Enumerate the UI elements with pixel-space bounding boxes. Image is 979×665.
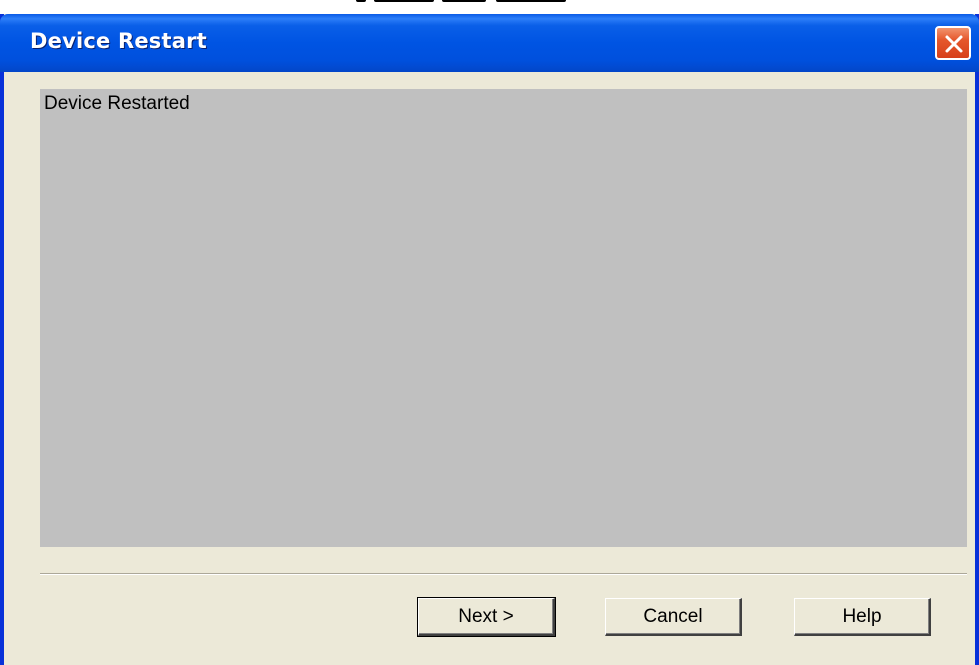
- title-bar[interactable]: Device Restart: [0, 14, 979, 72]
- content-panel: Device Restarted: [40, 89, 967, 547]
- help-button[interactable]: Help: [794, 598, 931, 636]
- close-button[interactable]: [935, 26, 971, 60]
- status-message: Device Restarted: [44, 93, 190, 114]
- dialog-window: Device Restart Device Restarted Next > C…: [0, 14, 979, 665]
- background-window-fragment: [356, 0, 596, 14]
- cancel-button[interactable]: Cancel: [605, 598, 742, 636]
- next-button[interactable]: Next >: [417, 597, 556, 637]
- close-icon: [945, 35, 963, 53]
- window-title: Device Restart: [30, 29, 207, 53]
- separator: [40, 573, 967, 575]
